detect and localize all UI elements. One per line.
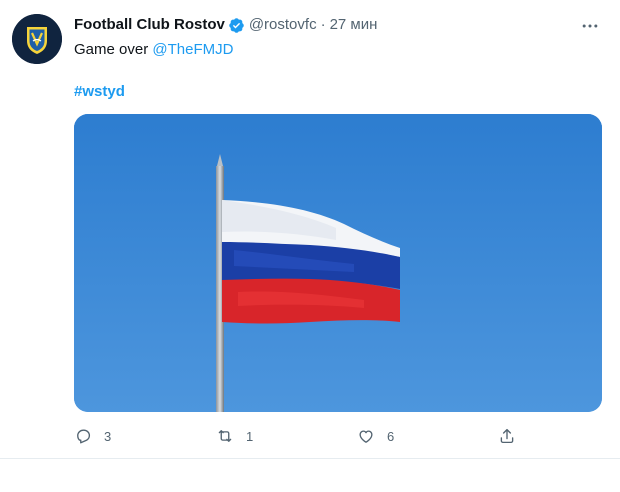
tweet-actions: 3 1 6 [74,424,602,448]
tweet-header: Football Club Rostov @rostovfc · 27 мин [74,15,377,35]
more-options-button[interactable] [578,14,602,38]
like-button[interactable]: 6 [357,424,394,448]
share-icon [500,428,514,444]
separator: · [320,16,326,33]
avatar[interactable] [12,14,62,64]
tweet-text-prefix: Game over [74,41,153,58]
divider [0,458,620,459]
russian-flag-image [74,114,602,412]
verified-badge-icon [228,17,245,34]
reply-button[interactable]: 3 [74,424,111,448]
reply-count: 3 [104,428,112,444]
tweet-card[interactable]: Football Club Rostov @rostovfc · 27 мин … [0,0,620,462]
heart-icon [359,430,373,443]
display-name[interactable]: Football Club Rostov [74,15,225,35]
timestamp[interactable]: 27 мин [330,15,378,35]
mention-link[interactable]: @TheFMJD [152,41,233,58]
like-count: 6 [387,428,395,444]
handle[interactable]: @rostovfc [249,15,317,35]
reply-icon [77,429,91,444]
share-button[interactable] [498,424,516,448]
retweet-icon [218,430,232,442]
tweet-media-image[interactable] [74,114,602,412]
fc-rostov-crest-icon [12,14,62,64]
hashtag-link[interactable]: #wstyd [74,82,125,102]
retweet-button[interactable]: 1 [216,424,253,448]
tweet-text: Game over @TheFMJD [74,40,233,60]
retweet-count: 1 [246,428,254,444]
more-icon [582,24,598,28]
